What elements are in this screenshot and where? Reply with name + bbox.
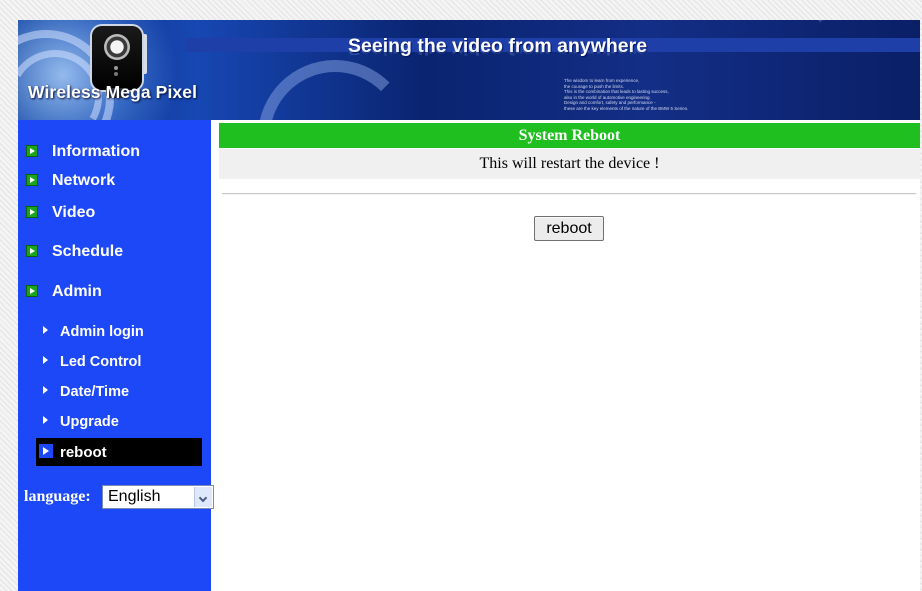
sidebar-subitem-label: Led Control xyxy=(60,354,142,370)
triangle-arrow-icon xyxy=(43,386,48,394)
camera-led-icon xyxy=(114,66,118,70)
sidebar-subitem-upgrade[interactable]: Upgrade xyxy=(18,411,211,433)
sidebar-item-schedule[interactable]: Schedule xyxy=(18,240,211,264)
camera-antenna-icon xyxy=(142,34,147,74)
banner-fine-print: The wisdom to learn from experience, the… xyxy=(564,78,764,112)
sidebar-subitem-admin-login[interactable]: Admin login xyxy=(18,321,211,343)
sidebar-subitem-date-time[interactable]: Date/Time xyxy=(18,381,211,403)
sidebar-subitem-label: Date/Time xyxy=(60,384,130,400)
triangle-arrow-icon xyxy=(43,356,48,364)
sidebar-item-admin[interactable]: Admin xyxy=(18,280,211,304)
active-arrow-icon xyxy=(39,444,53,458)
green-arrow-bullet-icon xyxy=(26,174,38,186)
divider xyxy=(222,193,916,195)
sidebar-item-label: Network xyxy=(52,172,116,189)
sidebar-item-video[interactable]: Video xyxy=(18,201,211,225)
green-arrow-bullet-icon xyxy=(26,285,38,297)
fine-print-line: these are the key elements of the nature… xyxy=(564,105,689,111)
sidebar-item-information[interactable]: Information xyxy=(18,140,211,164)
sidebar-subitem-reboot[interactable]: reboot xyxy=(36,438,202,466)
green-arrow-bullet-icon xyxy=(26,245,38,257)
sidebar-subitem-led-control[interactable]: Led Control xyxy=(18,351,211,373)
slogan-reflection: Seeing the video from anywhere xyxy=(348,44,648,57)
banner-wave-arc xyxy=(258,60,412,120)
reboot-button[interactable]: reboot xyxy=(534,216,604,241)
sidebar-item-label: Information xyxy=(52,143,140,160)
sidebar-item-label: Schedule xyxy=(52,243,124,260)
language-select[interactable]: English xyxy=(102,485,214,509)
sidebar-subitem-label: Upgrade xyxy=(60,414,119,430)
section-header: System Reboot xyxy=(219,123,920,148)
brand-title: Wireless Mega Pixel xyxy=(28,82,198,102)
triangle-arrow-icon xyxy=(43,326,48,334)
sidebar: Information Network Video Schedule Admin… xyxy=(18,120,214,591)
section-title: System Reboot xyxy=(518,127,621,144)
sidebar-subitem-label: reboot xyxy=(60,444,107,461)
sidebar-item-label: Video xyxy=(52,204,96,221)
camera-lens-icon xyxy=(104,34,130,60)
triangle-arrow-icon xyxy=(43,416,48,424)
sidebar-item-label: Admin xyxy=(52,283,102,300)
language-label: language: xyxy=(24,488,91,505)
banner-wave-arc xyxy=(778,20,920,120)
language-select-value: English xyxy=(108,488,161,505)
header-banner: Wireless Mega Pixel Seeing the video fro… xyxy=(18,20,920,120)
restart-message: This will restart the device ! xyxy=(479,155,660,172)
message-row: This will restart the device ! xyxy=(219,149,920,179)
chevron-down-icon[interactable] xyxy=(194,487,212,507)
green-arrow-bullet-icon xyxy=(26,206,38,218)
camera-admin-page: Wireless Mega Pixel Seeing the video fro… xyxy=(18,20,920,591)
sidebar-item-network[interactable]: Network xyxy=(18,169,211,193)
sidebar-subitem-label: Admin login xyxy=(60,324,144,340)
green-arrow-bullet-icon xyxy=(26,145,38,157)
